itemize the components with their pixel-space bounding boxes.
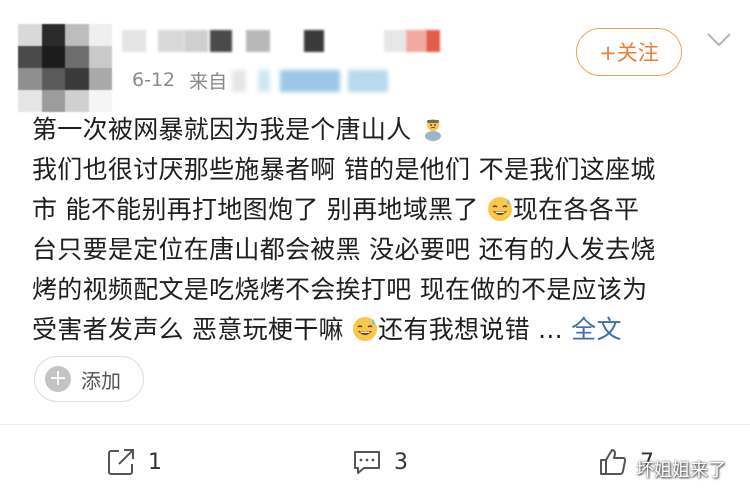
full-text-link[interactable]: 全文	[571, 315, 622, 344]
username-obscured[interactable]	[118, 30, 440, 52]
post-line: 受害者发声么 恶意玩梗干嘛 还有我想说错 ... 全文	[32, 315, 622, 344]
comment-count: 3	[394, 449, 408, 475]
post-line: 烤的视频配文是吃烧烤不会挨打吧 现在做的不是应该为	[32, 275, 648, 304]
post-meta: 6-12 来自	[132, 68, 228, 93]
sad-figure-emoji	[424, 119, 441, 141]
chevron-down-icon[interactable]	[706, 30, 732, 50]
sweat-smile-emoji	[353, 317, 378, 341]
watermark: 坏姐姐来了	[636, 460, 726, 481]
thumbs-up-icon	[600, 449, 627, 475]
divider	[0, 424, 750, 425]
post-date: 6-12	[132, 69, 176, 91]
add-button[interactable]: + 添加	[34, 356, 144, 402]
share-icon	[108, 449, 134, 475]
post-line: 我们也很讨厌那些施暴者啊 错的是他们 不是我们这座城	[32, 155, 656, 184]
comment-button[interactable]: 3	[352, 446, 408, 478]
post-line: 第一次被网暴就因为我是个唐山人	[32, 110, 732, 150]
share-count: 1	[148, 449, 162, 475]
share-button[interactable]: 1	[106, 446, 162, 478]
post-line: 市 能不能别再打地图炮了 别再地域黑了 现在各各平	[32, 195, 640, 224]
post-source-obscured	[232, 70, 412, 92]
post-source-prefix: 来自	[189, 70, 228, 93]
add-button-label: 添加	[81, 368, 121, 393]
sweat-smile-emoji	[487, 197, 512, 221]
follow-button[interactable]: +关注	[576, 28, 682, 76]
plus-circle-icon: +	[45, 366, 71, 392]
post-text: 第一次被网暴就因为我是个唐山人 我们也很讨厌那些施暴者啊 错的是他们 不是我们这…	[32, 110, 732, 350]
post-line: 台只要是定位在唐山都会被黑 没必要吧 还有的人发去烧	[32, 235, 656, 264]
follow-button-label: +关注	[599, 41, 659, 65]
avatar[interactable]	[18, 24, 112, 112]
comment-icon	[354, 451, 380, 474]
